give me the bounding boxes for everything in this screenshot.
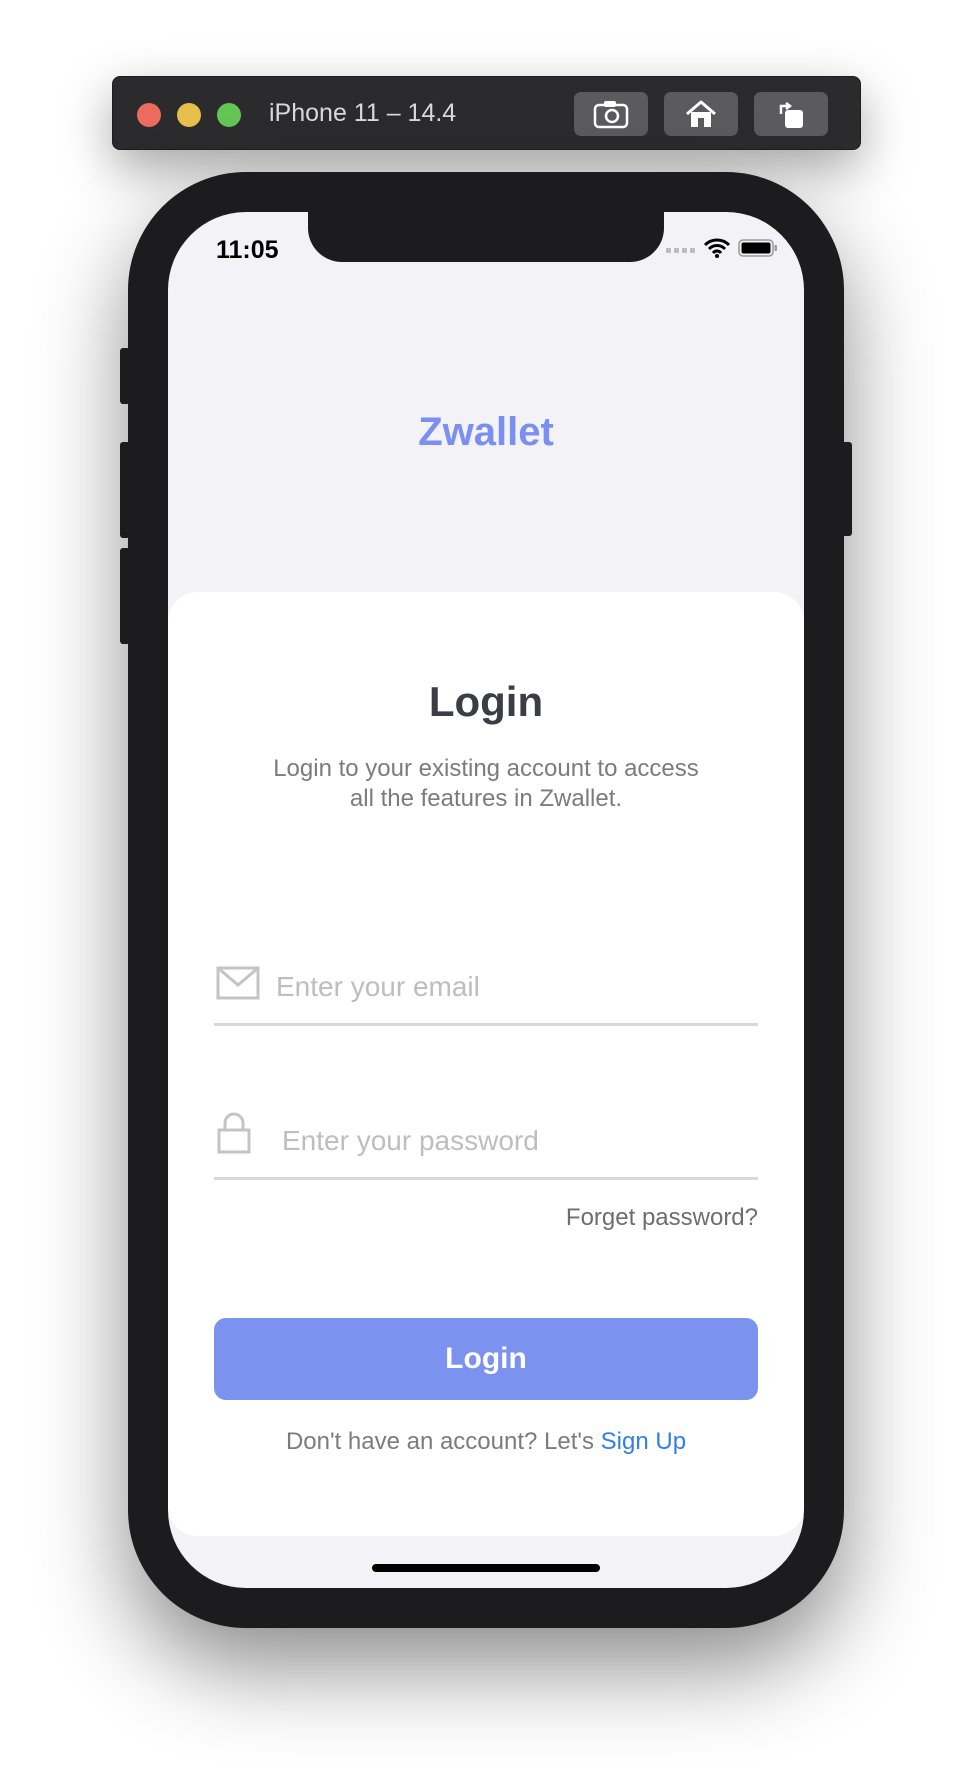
home-icon	[686, 100, 716, 127]
iphone-frame: 11:05 Zwallet Login Login to your existi…	[120, 172, 852, 1628]
volume-down-button	[120, 548, 130, 644]
forget-password-link[interactable]: Forget password?	[566, 1204, 758, 1232]
home-button[interactable]	[664, 92, 738, 136]
signup-link[interactable]: Sign Up	[601, 1428, 686, 1455]
phone-screen: 11:05 Zwallet Login Login to your existi…	[168, 212, 804, 1588]
app-brand: Zwallet	[418, 410, 554, 454]
status-time: 11:05	[216, 236, 279, 264]
notch	[308, 212, 664, 262]
minimize-window-button[interactable]	[177, 103, 201, 127]
power-button	[842, 442, 852, 536]
wifi-icon	[704, 238, 730, 258]
email-field	[214, 952, 758, 1026]
signup-prompt: Don't have an account? Let's Sign Up	[168, 1428, 804, 1456]
close-window-button[interactable]	[137, 103, 161, 127]
silent-switch	[120, 348, 130, 404]
zoom-window-button[interactable]	[217, 103, 241, 127]
rotate-icon	[779, 102, 803, 128]
mail-icon	[216, 966, 260, 1005]
login-subtitle: Login to your existing account to access…	[248, 754, 724, 814]
status-icons	[666, 238, 778, 258]
battery-icon	[738, 239, 777, 257]
home-indicator[interactable]	[372, 1564, 600, 1572]
simulator-title: iPhone 11 – 14.4	[269, 99, 457, 127]
screenshot-button[interactable]	[574, 92, 648, 136]
screenshot-icon	[593, 101, 629, 129]
rotate-button[interactable]	[754, 92, 828, 136]
login-subtitle-line-1: Login to your existing account to access	[273, 755, 699, 782]
password-input[interactable]	[280, 1112, 754, 1170]
email-input[interactable]	[274, 958, 748, 1016]
signal-icon	[666, 248, 695, 253]
login-subtitle-line-2: all the features in Zwallet.	[349, 785, 623, 812]
login-button[interactable]: Login	[214, 1318, 758, 1400]
lock-icon	[216, 1112, 252, 1159]
signup-prompt-text: Don't have an account? Let's	[285, 1428, 601, 1455]
login-card: Login Login to your existing account to …	[168, 592, 804, 1536]
volume-up-button	[120, 442, 130, 538]
simulator-titlebar: iPhone 11 – 14.4	[112, 76, 861, 150]
password-field	[214, 1106, 758, 1180]
login-title: Login	[428, 678, 544, 725]
